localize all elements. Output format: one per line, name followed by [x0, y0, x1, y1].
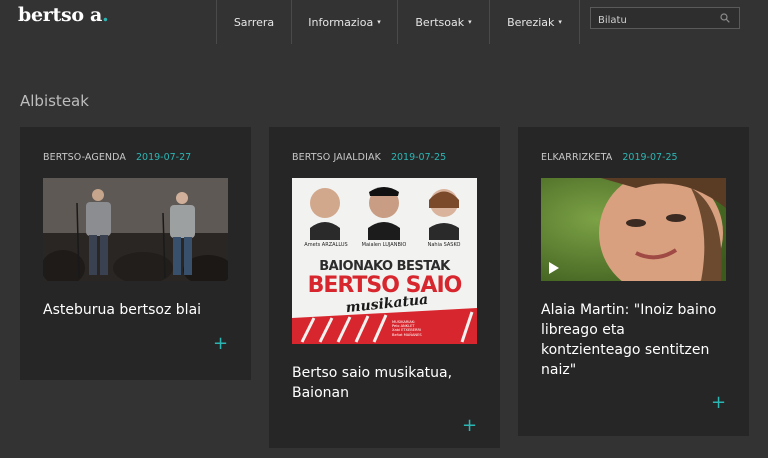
card-category[interactable]: BERTSO-AGENDA — [43, 152, 126, 163]
card-meta: BERTSO JAIALDIAK 2019-07-25 — [292, 152, 446, 163]
poster-name: Maialen LUJANBIO — [361, 242, 407, 248]
plus-icon[interactable]: + — [462, 415, 477, 436]
card-date: 2019-07-25 — [622, 152, 678, 163]
card-date: 2019-07-25 — [390, 152, 447, 163]
card-category[interactable]: ELKARRIZKETA — [541, 152, 612, 163]
chevron-down-icon: ▾ — [377, 18, 381, 26]
search-box — [590, 7, 740, 31]
card-meta: ELKARRIZKETA 2019-07-25 — [541, 152, 678, 163]
chevron-down-icon: ▾ — [558, 18, 562, 26]
photo-interview-video — [541, 178, 726, 281]
plus-icon[interactable]: + — [213, 333, 228, 354]
nav-label: Informazioa — [308, 15, 374, 29]
poster-credit-line: Xabi ETXEBERRI — [392, 328, 422, 333]
nav-item-bertsoak[interactable]: Bertsoak ▾ — [397, 0, 489, 44]
card-image[interactable]: Amets ARZALLUS Maialen LUJANBIO Nahia SA… — [292, 178, 477, 344]
poster-portraits — [310, 187, 459, 240]
poster-credits: MUSIKARIAK: Peio ANKLET Xabi ETXEBERRI B… — [392, 320, 422, 337]
search-icon[interactable] — [720, 13, 730, 23]
card-title[interactable]: Alaia Martin: "Inoiz baino libreago eta … — [541, 300, 727, 380]
poster-credit-line: Beñat MAÑANES — [392, 332, 422, 337]
site-logo[interactable]: bertso a. — [18, 4, 109, 26]
nav-item-bereziak[interactable]: Bereziak ▾ — [489, 0, 579, 44]
card-image[interactable] — [43, 178, 228, 281]
nav-label: Bertsoak — [415, 15, 465, 29]
section-title: Albisteak — [20, 92, 89, 110]
poster-name: Nahia SASKO — [427, 242, 461, 248]
nav-item-informazioa[interactable]: Informazioa ▾ — [291, 0, 397, 44]
main-nav: Sarrera Informazioa ▾ Bertsoak ▾ Bereziak ▾ — [216, 0, 579, 44]
nav-label: Bereziak — [507, 15, 555, 29]
search-input[interactable] — [591, 10, 711, 31]
poster-stripes — [292, 308, 477, 344]
chevron-down-icon: ▾ — [468, 18, 472, 26]
logo-text: bertso a — [18, 4, 103, 26]
nav-item-sarrera[interactable]: Sarrera — [216, 0, 291, 44]
poster-title: BERTSO SAIO — [307, 273, 463, 298]
poster-name: Amets ARZALLUS — [304, 242, 348, 248]
poster-heading: BAIONAKO BESTAK — [319, 259, 450, 274]
card-title[interactable]: Asteburua bertsoz blai — [43, 300, 229, 320]
news-card[interactable]: BERTSO JAIALDIAK 2019-07-25 Amets ARZALL… — [269, 127, 500, 448]
card-date: 2019-07-27 — [135, 152, 192, 163]
card-image[interactable] — [541, 178, 726, 281]
news-card[interactable]: BERTSO-AGENDA 2019-07-27 Asteburua berts… — [20, 127, 251, 380]
news-card[interactable]: ELKARRIZKETA 2019-07-25 Alaia Martin: "I… — [518, 127, 749, 436]
card-title[interactable]: Bertso saio musikatua, Baionan — [292, 363, 478, 403]
logo-dot: . — [102, 4, 109, 26]
photo-bertsolaris-stage — [43, 178, 228, 281]
event-poster: Amets ARZALLUS Maialen LUJANBIO Nahia SA… — [292, 178, 477, 344]
nav-label: Sarrera — [233, 15, 275, 29]
card-category[interactable]: BERTSO JAIALDIAK — [292, 152, 381, 163]
card-meta: BERTSO-AGENDA 2019-07-27 — [43, 152, 191, 163]
nav-divider — [579, 0, 580, 44]
plus-icon[interactable]: + — [711, 392, 726, 413]
